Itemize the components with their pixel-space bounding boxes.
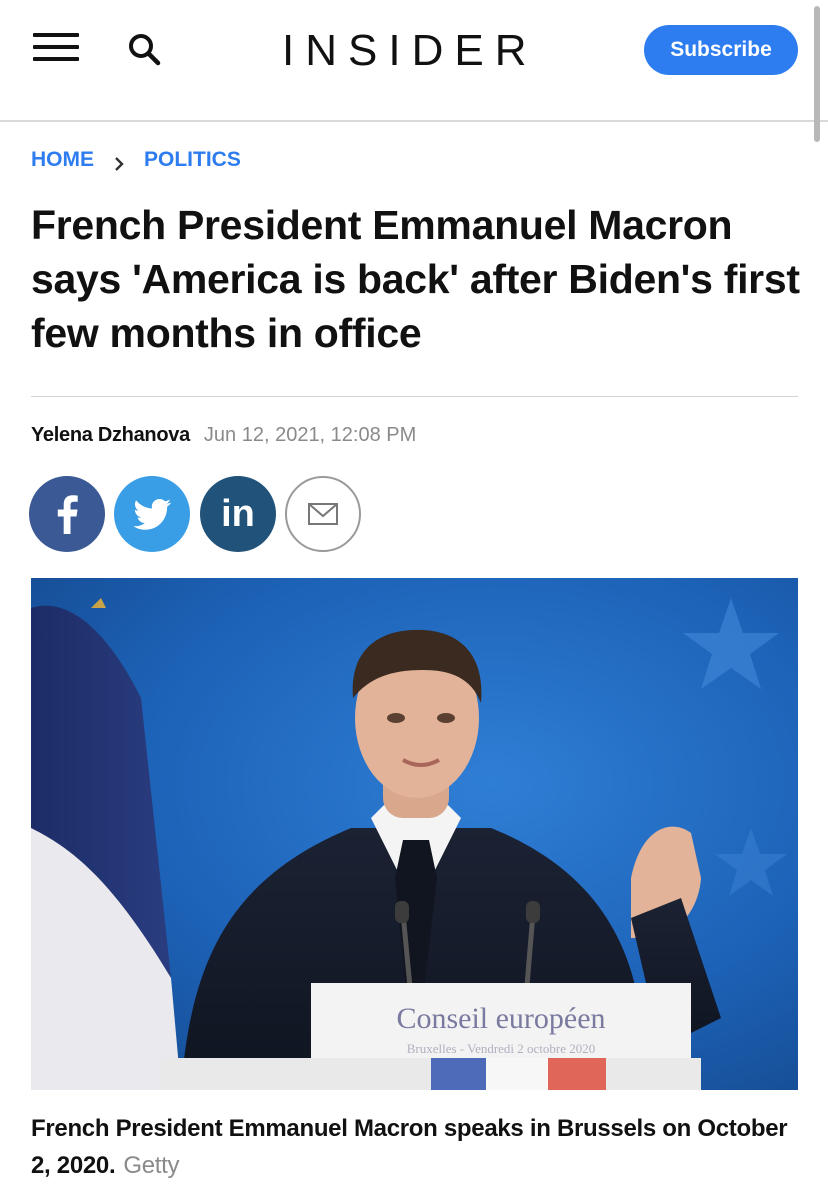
breadcrumb-politics-link[interactable]: POLITICS xyxy=(144,148,241,172)
chevron-right-icon xyxy=(112,153,126,171)
share-facebook-button[interactable] xyxy=(29,476,105,552)
site-header: INSIDER Subscribe xyxy=(0,0,828,122)
byline: Yelena Dzhanova Jun 12, 2021, 12:08 PM xyxy=(31,424,416,452)
search-icon[interactable] xyxy=(125,30,165,70)
breadcrumb: HOME POLITICS xyxy=(31,145,241,175)
scrollbar[interactable] xyxy=(814,6,820,142)
image-credit: Getty xyxy=(123,1152,180,1179)
breadcrumb-home-link[interactable]: HOME xyxy=(31,148,94,172)
share-twitter-button[interactable] xyxy=(114,476,190,552)
lectern-title: Conseil européen xyxy=(396,1002,605,1035)
publish-date: Jun 12, 2021, 12:08 PM xyxy=(203,424,417,446)
share-email-button[interactable] xyxy=(285,476,361,552)
author-link[interactable]: Yelena Dzhanova xyxy=(31,424,190,447)
menu-line xyxy=(33,45,79,49)
article-headline: French President Emmanuel Macron says 'A… xyxy=(31,202,800,356)
image-caption: French President Emmanuel Macron speaks … xyxy=(31,1110,801,1184)
article-hero-image[interactable]: Conseil européen Bruxelles - Vendredi 2 … xyxy=(31,578,798,1090)
mail-icon xyxy=(308,503,338,525)
hamburger-menu-icon[interactable] xyxy=(33,31,79,63)
linkedin-icon: in xyxy=(221,493,255,535)
subscribe-button[interactable]: Subscribe xyxy=(644,25,798,75)
divider xyxy=(31,396,798,397)
menu-line xyxy=(33,57,79,61)
linkedin-label: in xyxy=(221,493,255,535)
share-linkedin-button[interactable]: in xyxy=(200,476,276,552)
menu-line xyxy=(33,33,79,37)
insider-logo[interactable]: INSIDER xyxy=(282,26,542,76)
lectern-subtitle: Bruxelles - Vendredi 2 octobre 2020 xyxy=(407,1041,596,1056)
twitter-icon xyxy=(133,499,171,530)
facebook-icon xyxy=(57,495,78,534)
